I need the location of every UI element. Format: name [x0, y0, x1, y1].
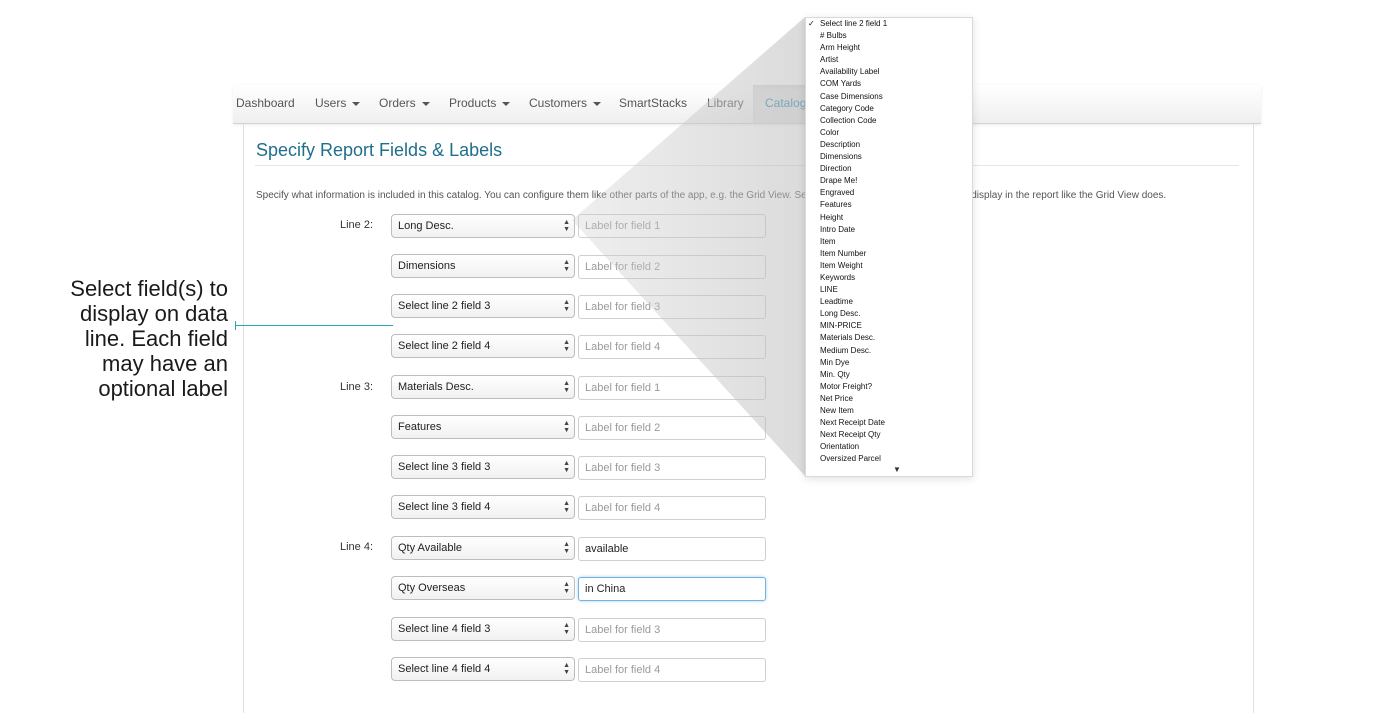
line-2-field-3-select[interactable]: Select line 2 field 3 ▲ ▼	[391, 294, 575, 318]
page-description: Specify what information is included in …	[256, 190, 1167, 201]
select-arrows-icon: ▲ ▼	[563, 299, 570, 313]
dropdown-options: ✓ Select line 2 field 1 # Bulbs Arm Height A…	[806, 18, 972, 465]
dropdown-option[interactable]: Item Weight	[806, 260, 972, 272]
line-3-field-3-select[interactable]: Select line 3 field 3 ▲ ▼	[391, 455, 575, 479]
line-3-field-2-label-input[interactable]	[578, 416, 766, 440]
title-divider	[255, 165, 1239, 166]
line-4-field-3-select[interactable]: Select line 4 field 3 ▲ ▼	[391, 617, 575, 641]
dropdown-option[interactable]: New Item	[806, 405, 972, 417]
select-arrows-icon: ▲ ▼	[563, 662, 570, 676]
nav-users[interactable]: Users	[315, 85, 361, 123]
select-arrows-icon: ▲ ▼	[563, 219, 570, 233]
nav-library[interactable]: Library	[707, 85, 744, 123]
nav-orders[interactable]: Orders	[379, 85, 430, 123]
dropdown-option[interactable]: ✓ Select line 2 field 1	[806, 18, 972, 30]
select-arrows-icon: ▲ ▼	[563, 622, 570, 636]
line-3-field-3-label-input[interactable]	[578, 456, 766, 480]
line-2-label: Line 2:	[339, 219, 373, 231]
dropdown-option[interactable]: Arm Height	[806, 42, 972, 54]
dropdown-option[interactable]: Medium Desc.	[806, 345, 972, 357]
line-3-field-2-select[interactable]: Features ▲ ▼	[391, 415, 575, 439]
line-3-field-1-select[interactable]: Materials Desc. ▲ ▼	[391, 375, 575, 399]
select-arrows-icon: ▲ ▼	[563, 259, 570, 273]
caret-down-icon	[421, 101, 430, 106]
line-3-field-4-select[interactable]: Select line 3 field 4 ▲ ▼	[391, 495, 575, 519]
line-4-field-1-label-input[interactable]	[578, 537, 766, 561]
line-4-field-1-select[interactable]: Qty Available ▲ ▼	[391, 536, 575, 560]
line-3-field-1-label-input[interactable]	[578, 376, 766, 400]
line-3-field-4-label-input[interactable]	[578, 496, 766, 520]
select-arrows-icon: ▲ ▼	[563, 541, 570, 555]
callout-line	[235, 325, 393, 326]
top-navbar: Dashboard Users Orders Products Customer…	[233, 85, 1261, 124]
caret-down-icon	[352, 101, 361, 106]
scroll-down-icon[interactable]: ▼	[893, 465, 901, 474]
dropdown-option[interactable]: Engraved	[806, 187, 972, 199]
dropdown-option[interactable]: Min. Qty	[806, 369, 972, 381]
dropdown-option[interactable]: Direction	[806, 163, 972, 175]
dropdown-option[interactable]: Dimensions	[806, 151, 972, 163]
page-title: Specify Report Fields & Labels	[256, 140, 503, 160]
dropdown-option[interactable]: Next Receipt Qty	[806, 429, 972, 441]
dropdown-option[interactable]: Color	[806, 127, 972, 139]
select-arrows-icon: ▲ ▼	[563, 339, 570, 353]
line-2-field-4-label-input[interactable]	[578, 335, 766, 359]
nav-customers[interactable]: Customers	[529, 85, 602, 123]
line-4-label: Line 4:	[339, 541, 373, 553]
field-select-dropdown[interactable]: ✓ Select line 2 field 1 # Bulbs Arm Height A…	[805, 17, 973, 477]
select-arrows-icon: ▲ ▼	[563, 500, 570, 514]
dropdown-option[interactable]: Oversized Parcel	[806, 453, 972, 465]
dropdown-option[interactable]: MIN-PRICE	[806, 320, 972, 332]
dropdown-option[interactable]: Features	[806, 199, 972, 211]
line-2-field-2-label-input[interactable]	[578, 255, 766, 279]
dropdown-option[interactable]: Availability Label	[806, 66, 972, 78]
line-2-field-1-select[interactable]: Long Desc. ▲ ▼	[391, 214, 575, 238]
dropdown-option[interactable]: Height	[806, 212, 972, 224]
dropdown-option[interactable]: Motor Freight?	[806, 381, 972, 393]
line-3-label: Line 3:	[339, 381, 373, 393]
dropdown-option[interactable]: Keywords	[806, 272, 972, 284]
select-arrows-icon: ▲ ▼	[563, 380, 570, 394]
dropdown-option[interactable]: Collection Code	[806, 115, 972, 127]
dropdown-option[interactable]: Long Desc.	[806, 308, 972, 320]
caret-down-icon	[502, 101, 511, 106]
dropdown-option[interactable]: # Bulbs	[806, 30, 972, 42]
select-arrows-icon: ▲ ▼	[563, 581, 570, 595]
dropdown-option[interactable]: LINE	[806, 284, 972, 296]
select-arrows-icon: ▲ ▼	[563, 460, 570, 474]
checkmark-icon: ✓	[808, 19, 815, 28]
dropdown-option[interactable]: Description	[806, 139, 972, 151]
line-2-field-1-label-input[interactable]	[578, 214, 766, 238]
nav-dashboard[interactable]: Dashboard	[236, 85, 295, 123]
nav-smartstacks[interactable]: SmartStacks	[619, 85, 687, 123]
dropdown-option[interactable]: Materials Desc.	[806, 332, 972, 344]
line-4-field-3-label-input[interactable]	[578, 618, 766, 642]
dropdown-option[interactable]: Leadtime	[806, 296, 972, 308]
dropdown-option[interactable]: Drape Me!	[806, 175, 972, 187]
line-2-field-4-select[interactable]: Select line 2 field 4 ▲ ▼	[391, 334, 575, 358]
line-4-field-4-label-input[interactable]	[578, 658, 766, 682]
dropdown-option[interactable]: COM Yards	[806, 78, 972, 90]
line-2-field-2-select[interactable]: Dimensions ▲ ▼	[391, 254, 575, 278]
dropdown-option[interactable]: Artist	[806, 54, 972, 66]
dropdown-option[interactable]: Item Number	[806, 248, 972, 260]
line-4-field-4-select[interactable]: Select line 4 field 4 ▲ ▼	[391, 657, 575, 681]
dropdown-option[interactable]: Orientation	[806, 441, 972, 453]
dropdown-option[interactable]: Net Price	[806, 393, 972, 405]
dropdown-option[interactable]: Category Code	[806, 103, 972, 115]
dropdown-option[interactable]: Min Dye	[806, 357, 972, 369]
line-4-field-2-label-input[interactable]	[578, 577, 766, 601]
callout-annotation: Select field(s) to display on data line.…	[70, 276, 228, 401]
caret-down-icon	[593, 101, 602, 106]
select-arrows-icon: ▲ ▼	[563, 420, 570, 434]
line-2-field-3-label-input[interactable]	[578, 295, 766, 319]
dropdown-option[interactable]: Intro Date	[806, 224, 972, 236]
nav-products[interactable]: Products	[449, 85, 511, 123]
line-4-field-2-select[interactable]: Qty Overseas ▲ ▼	[391, 576, 575, 600]
dropdown-option[interactable]: Next Receipt Date	[806, 417, 972, 429]
dropdown-option[interactable]: Item	[806, 236, 972, 248]
dropdown-option[interactable]: Case Dimensions	[806, 91, 972, 103]
